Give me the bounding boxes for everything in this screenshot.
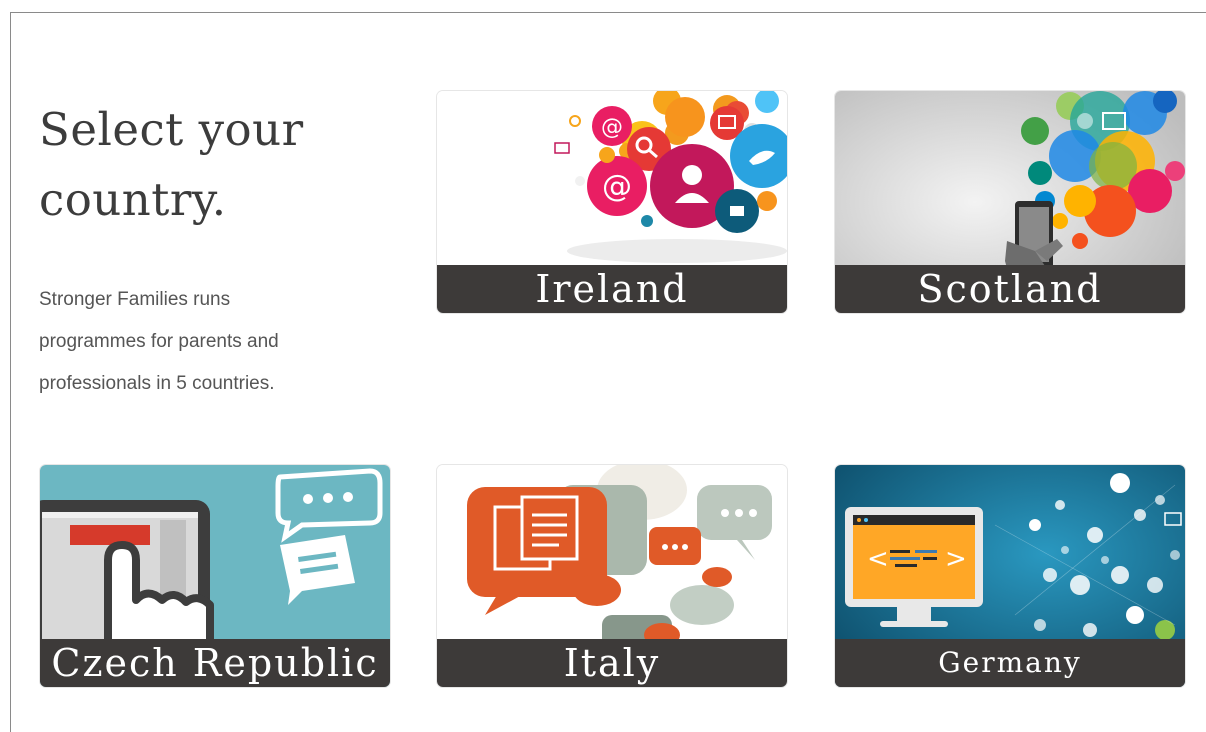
svg-text:<: < [867,544,889,574]
intro-text: Stronger Families runs programmes for pa… [39,289,279,394]
svg-text:>: > [945,544,967,574]
country-label-ireland: Ireland [437,265,787,313]
country-card-czech-republic[interactable]: Czech Republic [40,465,390,687]
title-line-1: Select your [39,103,304,156]
country-card-germany[interactable]: < > Germany [835,465,1185,687]
country-label-italy: Italy [437,639,787,687]
title-line-2: country. [39,173,227,226]
country-card-ireland[interactable]: @ @ Ireland [437,91,787,313]
country-card-italy[interactable]: Italy [437,465,787,687]
country-label-scotland: Scotland [835,265,1185,313]
country-card-scotland[interactable]: Scotland [835,91,1185,313]
page-title: Select your country. [39,95,369,235]
country-label-germany: Germany [835,639,1185,687]
country-label-czech-republic: Czech Republic [40,639,390,687]
svg-text:@: @ [602,169,632,204]
svg-text:@: @ [601,115,623,140]
